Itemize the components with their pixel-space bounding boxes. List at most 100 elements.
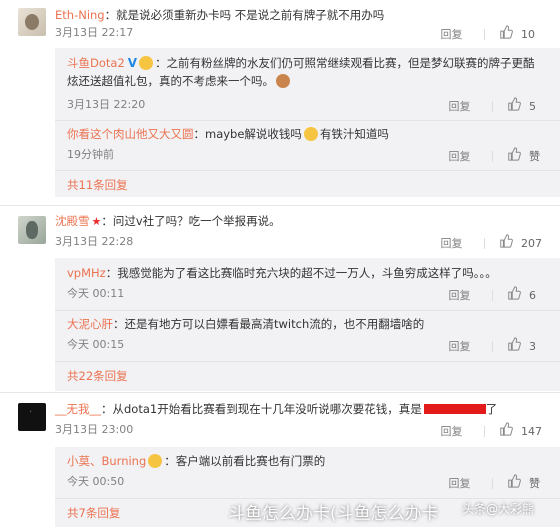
avatar[interactable] [18,8,46,36]
reply-button[interactable]: 回复 [449,288,471,304]
reply-actions: 回复 6 [449,286,550,305]
reply-button[interactable]: 回复 [449,339,471,355]
divider [0,392,560,393]
like-count: 147 [521,424,542,438]
username-link[interactable]: 斗鱼Dota2 [67,56,125,70]
thumbs-up-icon[interactable] [507,97,526,116]
like-count: 10 [521,27,535,41]
username-link[interactable]: 小莫、Burning [67,454,146,468]
divider [492,151,493,162]
comment-meta: 3月13日 22:28 回复 207 [55,234,555,250]
like-count: 赞 [529,149,540,163]
reply-button[interactable]: 回复 [449,476,471,492]
fan-badge-icon [139,56,154,70]
divider [492,290,493,301]
reply-text-line: 小莫、Burning ：客户端以前看比赛也有门票的 [67,453,547,469]
reply-text: ：我感觉能为了看这比赛临时充六块的超不过一万人，斗鱼穷成这样了吗。。。 [105,266,497,280]
reply-list: 斗鱼Dota2 V ：之前有粉丝牌的水友们仍可照常继续观看比赛，但是梦幻联赛的牌子更… [55,48,560,197]
reply-text-line: 炫还送超值礼包，真的不考虑来一个吗。 [67,73,547,89]
comment-text-line: Eth-Ning：就是说必须重新办卡吗 不是说之前有牌子就不用办吗 [55,7,555,23]
divider [492,101,493,112]
reply-text: ：之前有粉丝牌的水友们仍可照常继续观看比赛，但是梦幻联赛的牌子更酷 [155,56,535,70]
reply-actions: 回复 5 [449,97,550,116]
reply-text: ：还是有地方可以白嫖看最高清twitch流的，也不用翻墙啥的 [113,317,425,331]
reply-meta: 今天 00:50 回复 赞 [67,474,554,490]
reply-text-line: 你看这个肉山他又大又圆：maybe解说收钱吗 有铁汁知道吗 [67,126,547,142]
reply-meta: 3月13日 22:20 回复 5 [67,97,554,113]
divider [55,310,560,311]
fan-badge-icon [148,454,163,468]
thumbs-up-icon[interactable] [507,337,526,356]
timestamp: 3月13日 22:20 [67,98,146,111]
reply-button[interactable]: 回复 [441,424,463,440]
reply-actions: 回复 赞 [449,474,550,493]
timestamp: 3月13日 22:17 [55,26,134,39]
comment-meta: 3月13日 23:00 回复 147 [55,422,555,438]
like-count: 6 [529,288,536,302]
divider [0,205,560,206]
reply-button[interactable]: 回复 [449,99,471,115]
comment-meta: 3月13日 22:17 回复 10 [55,25,555,41]
avatar[interactable] [18,403,46,431]
redaction-mark [423,404,486,414]
username-link[interactable]: 你看这个肉山他又大又圆 [67,127,194,141]
reply-text-line: 大泥心肝：还是有地方可以白嫖看最高清twitch流的，也不用翻墙啥的 [67,316,547,332]
timestamp: 今天 00:15 [67,338,125,351]
verified-icon: V [127,56,138,70]
reply-text: ：客户端以前看比赛也有门票的 [164,454,326,468]
divider [55,170,560,171]
reply-meta: 今天 00:15 回复 3 [67,337,554,353]
reply-button[interactable]: 回复 [449,149,471,165]
thumbs-up-icon[interactable] [507,286,526,305]
reply-button[interactable]: 回复 [441,236,463,252]
thinking-emoji-icon [303,127,318,141]
reply-list: vpMHz：我感觉能为了看这比赛临时充六块的超不过一万人，斗鱼穷成这样了吗。。。… [55,258,560,391]
divider [492,478,493,489]
thumbs-up-icon[interactable] [507,147,526,166]
more-replies-link[interactable]: 共7条回复 [67,505,120,521]
divider [484,29,485,40]
reply-text-line: vpMHz：我感觉能为了看这比赛临时充六块的超不过一万人，斗鱼穷成这样了吗。。。 [67,265,547,281]
username-link[interactable]: vpMHz [67,266,106,280]
timestamp: 3月13日 22:28 [55,235,134,248]
divider [55,120,560,121]
reply-text-line: 斗鱼Dota2 V ：之前有粉丝牌的水友们仍可照常继续观看比赛，但是梦幻联赛的牌子更… [67,55,547,71]
like-count: 5 [529,99,536,113]
more-replies-link[interactable]: 共22条回复 [67,368,128,384]
comment-actions: 回复 147 [441,422,546,441]
like-count: 207 [521,236,542,250]
comment-actions: 回复 10 [441,25,546,44]
reply-text: 有铁汁知道吗 [319,127,389,141]
reply-text: 炫还送超值礼包，真的不考虑来一个吗。 [67,74,274,88]
more-replies-link[interactable]: 共11条回复 [67,177,128,193]
comment-text: ：就是说必须重新办卡吗 不是说之前有牌子就不用办吗 [104,8,385,22]
comment-text-line: 沈殿雪 ★：问过v社了吗？吃一个举报再说。 [55,213,555,230]
watermark-source: 头条@大彩熊 [462,502,535,516]
divider [484,426,485,437]
comment-actions: 回复 207 [441,234,546,253]
divider [484,238,485,249]
timestamp: 3月13日 23:00 [55,423,134,436]
username-link[interactable]: 沈殿雪 [55,214,90,228]
star-badge-icon: ★ [91,215,102,228]
username-link[interactable]: Eth-Ning [55,8,105,22]
reply-text: ：maybe解说收钱吗 [193,127,302,141]
reply-actions: 回复 3 [449,337,550,356]
reply-meta: 19分钟前 回复 赞 [67,147,554,163]
username-link[interactable]: 大泥心肝 [67,317,113,331]
like-count: 3 [529,339,536,353]
thumbs-up-icon[interactable] [499,25,518,44]
thumbs-up-icon[interactable] [499,422,518,441]
username-link[interactable]: __无我__ [55,402,101,416]
reply-meta: 今天 00:11 回复 6 [67,286,554,302]
monkey-emoji-icon [276,74,290,88]
reply-button[interactable]: 回复 [441,27,463,43]
divider [492,341,493,352]
thumbs-up-icon[interactable] [507,474,526,493]
like-count: 赞 [529,476,540,490]
thumbs-up-icon[interactable] [499,234,518,253]
timestamp: 今天 00:11 [67,287,125,300]
watermark-title: 斗鱼怎么办卡(斗鱼怎么办卡 [228,504,439,524]
avatar[interactable] [18,216,46,244]
timestamp: 今天 00:50 [67,475,125,488]
